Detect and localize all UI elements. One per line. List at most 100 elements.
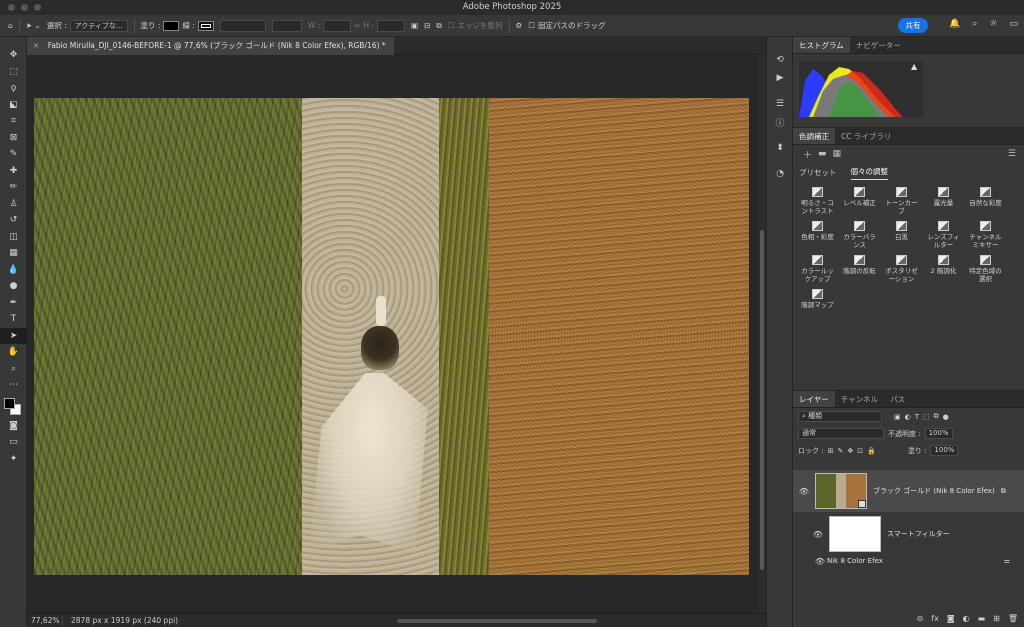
gear-icon[interactable]: ⚙ bbox=[516, 21, 523, 30]
dodge-tool-icon[interactable]: ● bbox=[0, 278, 27, 295]
lock-position-icon[interactable]: ✥ bbox=[847, 447, 853, 455]
foreground-color[interactable] bbox=[4, 397, 15, 409]
width-field[interactable] bbox=[323, 19, 352, 32]
home-icon[interactable]: ⌂ bbox=[8, 21, 13, 30]
warning-icon[interactable]: ▲ bbox=[911, 62, 917, 71]
search-icon[interactable]: ⌕ bbox=[972, 19, 977, 29]
filter-options-icon[interactable]: ⚌ bbox=[1004, 557, 1010, 565]
filter-effect-row[interactable]: 👁 Nik 8 Color Efex ⚌ bbox=[793, 554, 1024, 568]
path-selection-tool-icon[interactable]: ➤ ⌄ bbox=[26, 21, 41, 30]
align-edges-checkbox[interactable]: ☐ bbox=[448, 21, 455, 30]
select-dropdown[interactable]: アクティブな... bbox=[69, 19, 128, 32]
tab-paths[interactable]: パス bbox=[884, 391, 911, 407]
adj-curves[interactable]: トーンカーブ bbox=[883, 187, 920, 215]
close-window-icon[interactable] bbox=[8, 4, 15, 11]
blur-tool-icon[interactable]: 💧 bbox=[0, 262, 27, 279]
tab-layers[interactable]: レイヤー bbox=[793, 391, 835, 407]
type-tool-icon[interactable]: T bbox=[0, 311, 27, 328]
minimize-window-icon[interactable] bbox=[21, 4, 28, 11]
smart-filter-row[interactable]: 👁 スマートフィルター bbox=[793, 516, 1024, 552]
vertical-scroll-thumb[interactable] bbox=[760, 230, 764, 570]
new-layer-icon[interactable]: ⊞ bbox=[993, 614, 1000, 623]
layer-row[interactable]: 👁 ブラック ゴールド (Nik 8 Color Efex) ⧉ bbox=[793, 470, 1024, 512]
vertical-scrollbar[interactable] bbox=[758, 55, 766, 613]
tab-adjustments[interactable]: 色調補正 bbox=[793, 128, 835, 144]
pen-tool-icon[interactable]: ✒ bbox=[0, 295, 27, 312]
brush-tool-icon[interactable]: ✏ bbox=[0, 179, 27, 196]
zoom-tool-icon[interactable]: ⌕ bbox=[0, 361, 27, 378]
eyedropper-tool-icon[interactable]: ✎ bbox=[0, 146, 27, 163]
fill-swatch[interactable] bbox=[163, 20, 180, 31]
move-tool-icon[interactable]: ✥ bbox=[0, 47, 27, 64]
more-tools-icon[interactable]: ⋯ bbox=[0, 377, 27, 394]
share-button[interactable]: 共有 bbox=[898, 18, 928, 33]
actions-play-icon[interactable]: ▶ bbox=[767, 69, 793, 87]
subtab-individual[interactable]: 個々の調整 bbox=[850, 166, 888, 180]
marquee-tool-icon[interactable]: ⬚ bbox=[0, 64, 27, 81]
history-brush-tool-icon[interactable]: ↺ bbox=[0, 212, 27, 229]
document-canvas[interactable] bbox=[34, 98, 749, 575]
tab-cc-libraries[interactable]: CC ライブラリ bbox=[835, 128, 897, 144]
filter-type-icon[interactable]: T bbox=[915, 413, 919, 421]
layer-filter-dropdown[interactable]: ⌕ 種類 bbox=[798, 411, 882, 422]
bell-icon[interactable]: 🔔 bbox=[949, 19, 960, 29]
smart-filter-mask[interactable] bbox=[829, 516, 881, 552]
lock-all-icon[interactable]: 🔒 bbox=[867, 447, 876, 455]
filter-smart-icon[interactable]: ⧉ bbox=[934, 412, 939, 421]
adjustment-layer-icon[interactable]: ▦ bbox=[833, 149, 842, 159]
lock-paint-icon[interactable]: ✎ bbox=[837, 447, 843, 455]
filter-shape-icon[interactable]: ⬚ bbox=[923, 413, 930, 421]
adj-invert[interactable]: 階調の反転 bbox=[841, 255, 878, 283]
path-alignment-icon[interactable]: ⊟ bbox=[424, 21, 430, 30]
fill-field[interactable]: 100% bbox=[930, 445, 959, 456]
gradient-tool-icon[interactable]: ▦ bbox=[0, 245, 27, 262]
new-adjustment-icon[interactable]: ◐ bbox=[963, 614, 970, 623]
fx-icon[interactable]: fx bbox=[931, 614, 939, 623]
adj-photo-filter[interactable]: レンズフィルター bbox=[925, 221, 962, 249]
tab-histogram[interactable]: ヒストグラム bbox=[793, 37, 850, 53]
stroke-type-dropdown[interactable] bbox=[271, 19, 302, 32]
add-mask-icon[interactable]: ◙ bbox=[947, 614, 955, 623]
blend-mode-dropdown[interactable]: 通常 bbox=[798, 428, 884, 439]
clone-stamp-tool-icon[interactable]: ♙ bbox=[0, 196, 27, 213]
stroke-width-field[interactable] bbox=[219, 19, 266, 32]
adj-selective-color[interactable]: 特定色域の選択 bbox=[967, 255, 1004, 283]
lightbulb-icon[interactable]: ☼ bbox=[989, 19, 997, 29]
adj-levels[interactable]: レベル補正 bbox=[841, 187, 878, 215]
path-arrangement-icon[interactable]: ⧉ bbox=[436, 21, 441, 31]
filter-adjustment-icon[interactable]: ◐ bbox=[905, 413, 911, 421]
constrain-path-checkbox[interactable]: ☐ bbox=[528, 21, 535, 30]
screen-mode-icon[interactable]: ▭ bbox=[0, 434, 27, 451]
document-tab[interactable]: × Fabio Mirulla_DJI_0146-BEFORE-1 @ 77,6… bbox=[27, 37, 394, 55]
adj-black-white[interactable]: 白黒 bbox=[883, 221, 920, 249]
height-field[interactable] bbox=[377, 19, 406, 32]
quick-mask-icon[interactable]: ◙ bbox=[0, 418, 27, 435]
tab-channels[interactable]: チャンネル bbox=[835, 391, 884, 407]
info-icon[interactable]: ⓘ bbox=[767, 113, 793, 131]
stroke-swatch[interactable] bbox=[197, 20, 214, 31]
lock-artboard-icon[interactable]: ⊡ bbox=[857, 447, 863, 455]
trash-icon[interactable]: 🗑 bbox=[1008, 614, 1018, 623]
adj-channel-mixer[interactable]: チャンネルミキサー bbox=[967, 221, 1004, 249]
new-group-icon[interactable]: ▬ bbox=[978, 614, 986, 623]
tab-navigator[interactable]: ナビゲーター bbox=[850, 37, 907, 53]
filter-effect-eye-icon[interactable]: 👁 bbox=[813, 557, 827, 566]
adj-gradient-map[interactable]: 階調マップ bbox=[799, 289, 836, 309]
link-layers-icon[interactable]: ⊝ bbox=[917, 614, 924, 623]
opacity-field[interactable]: 100% bbox=[924, 428, 953, 439]
link-icon[interactable]: ∞ bbox=[354, 21, 360, 30]
plugin-icon[interactable]: ◔ bbox=[767, 165, 793, 183]
menu-icon[interactable]: ☰ bbox=[1008, 149, 1016, 159]
properties-icon[interactable]: ☰ bbox=[767, 95, 793, 113]
document-info[interactable]: 2878 px x 1919 px (240 ppi) bbox=[63, 616, 178, 625]
path-operations-icon[interactable]: ▣ bbox=[411, 21, 418, 30]
frame-tool-icon[interactable]: ⊠ bbox=[0, 130, 27, 147]
crop-tool-icon[interactable]: ⌗ bbox=[0, 113, 27, 130]
add-icon[interactable]: ＋ bbox=[803, 148, 812, 161]
filter-pixel-icon[interactable]: ▣ bbox=[894, 413, 901, 421]
adj-vibrance[interactable]: 自然な彩度 bbox=[967, 187, 1004, 215]
path-selection-tool-icon[interactable]: ➤ bbox=[0, 327, 27, 344]
adj-color-lookup[interactable]: カラールックアップ bbox=[799, 255, 836, 283]
subtab-presets[interactable]: プリセット bbox=[799, 167, 837, 180]
history-icon[interactable]: ⟲ bbox=[767, 51, 793, 69]
